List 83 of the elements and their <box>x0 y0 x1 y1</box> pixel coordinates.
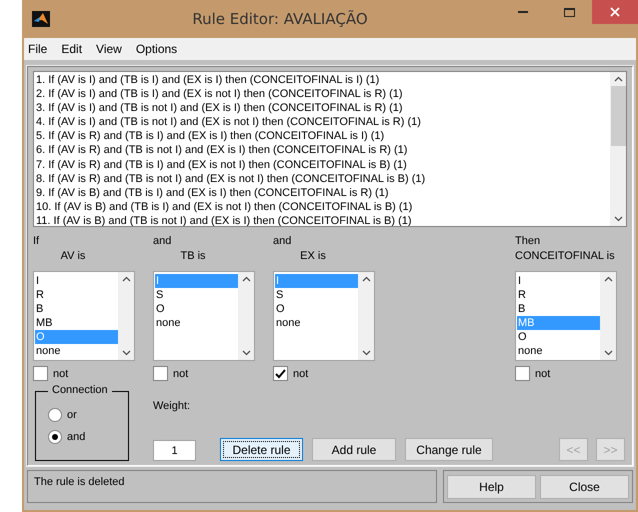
list-item[interactable]: MB <box>35 316 118 330</box>
scroll-down-icon[interactable] <box>614 216 622 222</box>
list-item[interactable]: R <box>517 288 600 302</box>
rule-item[interactable]: 2. If (AV is I) and (TB is I) and (EX is not I) then (CONCEITOFINAL is R) (1) <box>36 87 608 102</box>
connector-label: Then <box>515 235 542 249</box>
scroll-down-icon[interactable] <box>122 350 130 356</box>
membership-list[interactable]: I S O none <box>273 271 375 361</box>
checkbox-label: not <box>293 368 308 380</box>
rule-item[interactable]: 4. If (AV is I) and (TB is not I) and (EX is not I) then (CONCEITOFINAL is R) (1) <box>36 115 608 130</box>
connector-label: and <box>273 235 292 249</box>
checkbox-label: not <box>535 368 550 380</box>
list-item[interactable]: B <box>35 302 118 316</box>
connector-label: If <box>33 235 40 249</box>
list-item[interactable]: S <box>275 288 358 302</box>
menu-item[interactable]: View <box>96 42 122 56</box>
app-logo-icon <box>32 11 50 27</box>
menu-item[interactable]: Options <box>136 42 178 56</box>
scroll-down-icon[interactable] <box>242 350 250 356</box>
list-item[interactable]: none <box>275 316 358 330</box>
weight-label: Weight: <box>153 400 192 412</box>
list-item[interactable]: none <box>35 344 118 358</box>
rule-item[interactable]: 5. If (AV is R) and (TB is I) and (EX is I) then (CONCEITOFINAL is I) (1) <box>36 129 608 144</box>
checkbox-label: not <box>173 368 188 380</box>
radio-label: or <box>67 409 77 421</box>
status-message: The rule is deleted <box>27 470 437 503</box>
not-checkbox[interactable] <box>33 366 48 381</box>
membership-list[interactable]: I R B MB O none <box>515 271 617 361</box>
list-item[interactable]: O <box>155 302 238 316</box>
rule-item[interactable]: 6. If (AV is R) and (TB is not I) and (EX is I) then (CONCEITOFINAL is R) (1) <box>36 143 608 158</box>
menu-item[interactable]: File <box>28 42 48 56</box>
rule-button[interactable]: Change rule <box>405 438 493 461</box>
maximize-icon <box>564 8 574 16</box>
connector-label: and <box>153 235 172 249</box>
menu-item[interactable]: Edit <box>61 42 82 56</box>
rule-item[interactable]: 11. If (AV is B) and (TB is not I) and (EX is I) then (CONCEITOFINAL is B) (1) <box>36 214 608 226</box>
list-item[interactable]: O <box>517 330 600 344</box>
group-title: Connection <box>48 384 112 396</box>
list-item[interactable]: none <box>517 344 600 358</box>
not-checkbox[interactable] <box>515 366 530 381</box>
not-checkbox[interactable] <box>153 366 168 381</box>
close-icon <box>610 7 620 17</box>
radio-button[interactable] <box>48 408 62 422</box>
window-title: Rule Editor: AVALIAÇÃO <box>191 10 369 28</box>
scrollbar[interactable] <box>610 72 626 226</box>
footer-button[interactable]: Help <box>447 475 536 499</box>
radio-button[interactable] <box>48 430 62 444</box>
rule-item[interactable]: 7. If (AV is R) and (TB is I) and (EX is not I) then (CONCEITOFINAL is B) (1) <box>36 158 608 172</box>
list-item[interactable]: I <box>35 274 118 288</box>
minimize-icon <box>518 11 528 13</box>
scroll-up-icon[interactable] <box>122 276 130 282</box>
not-checkbox[interactable] <box>273 366 288 381</box>
rule-item[interactable]: 10. If (AV is B) and (TB is I) and (EX is not I) then (CONCEITOFINAL is B) (1) <box>36 200 608 214</box>
footer-button[interactable]: Close <box>540 475 629 499</box>
checkbox-label: not <box>53 368 68 380</box>
rule-item[interactable]: 1. If (AV is I) and (TB is I) and (EX is I) then (CONCEITOFINAL is I) (1) <box>36 73 608 88</box>
list-item[interactable]: O <box>275 302 358 316</box>
scroll-thumb[interactable] <box>610 86 626 146</box>
radio-label: and <box>67 431 86 443</box>
rule-item[interactable]: 3. If (AV is I) and (TB is not I) and (EX is I) then (CONCEITOFINAL is R) (1) <box>36 101 608 116</box>
rule-item[interactable]: 8. If (AV is R) and (TB is not I) and (EX is not I) then (CONCEITOFINAL is B) (1) <box>36 172 608 186</box>
rule-item[interactable]: 9. If (AV is B) and (TB is I) and (EX is I) then (CONCEITOFINAL is R) (1) <box>36 186 608 200</box>
rule-button[interactable]: Add rule <box>312 438 396 461</box>
close-button[interactable] <box>592 0 638 24</box>
rule-button[interactable]: Delete rule <box>220 438 303 461</box>
scroll-up-icon[interactable] <box>604 276 612 282</box>
list-item[interactable]: R <box>35 288 118 302</box>
variable-label: CONCEITOFINAL is <box>515 250 616 264</box>
scroll-down-icon[interactable] <box>362 350 370 356</box>
variable-label: AV is <box>60 250 86 264</box>
scroll-up-icon[interactable] <box>242 276 250 282</box>
scroll-up-icon[interactable] <box>362 276 370 282</box>
list-item[interactable]: B <box>517 302 600 316</box>
membership-list[interactable]: I R B MB O none <box>33 271 135 361</box>
scroll-down-icon[interactable] <box>604 350 612 356</box>
scroll-up-icon[interactable] <box>614 76 622 82</box>
list-item[interactable]: none <box>155 316 238 330</box>
weight-field[interactable]: 1 <box>153 440 196 461</box>
variable-label: EX is <box>299 250 327 264</box>
list-item[interactable]: S <box>155 288 238 302</box>
list-item[interactable]: I <box>517 274 600 288</box>
membership-list[interactable]: I S O none <box>153 271 255 361</box>
variable-label: TB is <box>179 250 207 264</box>
rule-list[interactable] <box>33 71 627 227</box>
